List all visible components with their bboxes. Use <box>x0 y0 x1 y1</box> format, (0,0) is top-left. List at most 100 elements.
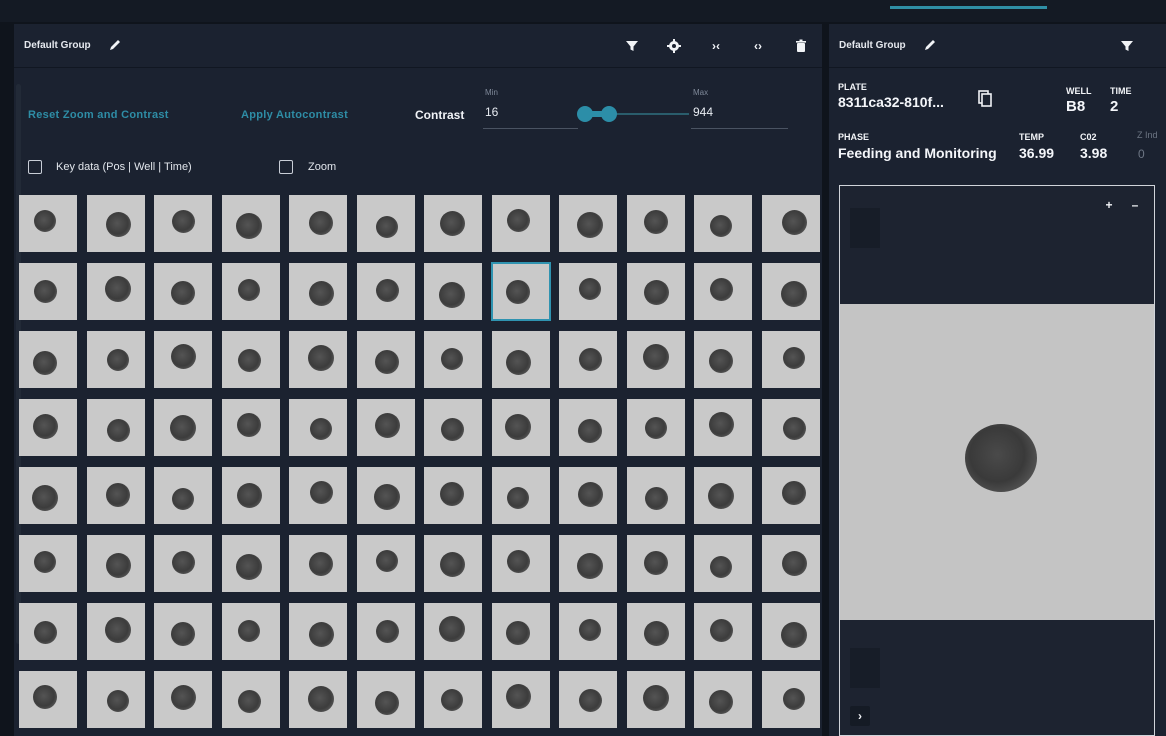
well-thumbnail[interactable] <box>762 263 820 320</box>
well-thumbnail[interactable] <box>154 467 212 524</box>
well-thumbnail[interactable] <box>694 467 752 524</box>
well-thumbnail[interactable] <box>289 263 347 320</box>
well-thumbnail[interactable] <box>492 331 550 388</box>
trash-icon[interactable] <box>793 38 809 54</box>
zoom-checkbox[interactable] <box>279 160 293 174</box>
well-thumbnail[interactable] <box>492 399 550 456</box>
well-thumbnail[interactable] <box>559 467 617 524</box>
well-thumbnail[interactable] <box>19 399 77 456</box>
well-thumbnail[interactable] <box>87 603 145 660</box>
apply-autocontrast-link[interactable]: Apply Autocontrast <box>241 109 348 121</box>
well-thumbnail[interactable] <box>559 671 617 728</box>
well-thumbnail[interactable] <box>762 535 820 592</box>
well-thumbnail[interactable] <box>762 331 820 388</box>
well-thumbnail[interactable] <box>694 263 752 320</box>
well-thumbnail[interactable] <box>289 603 347 660</box>
well-thumbnail[interactable] <box>154 603 212 660</box>
well-thumbnail[interactable] <box>492 535 550 592</box>
well-thumbnail[interactable] <box>694 603 752 660</box>
well-thumbnail[interactable] <box>559 399 617 456</box>
well-thumbnail[interactable] <box>424 399 482 456</box>
well-thumbnail[interactable] <box>357 331 415 388</box>
zoom-out-button[interactable]: – <box>1126 196 1144 214</box>
well-thumbnail[interactable] <box>154 535 212 592</box>
well-image[interactable] <box>840 304 1154 620</box>
well-thumbnail[interactable] <box>87 535 145 592</box>
well-thumbnail[interactable] <box>19 195 77 252</box>
well-thumbnail[interactable] <box>424 535 482 592</box>
slider-min-handle[interactable] <box>577 106 593 122</box>
copy-icon[interactable] <box>978 90 992 108</box>
well-thumbnail[interactable] <box>491 262 551 321</box>
well-thumbnail[interactable] <box>289 399 347 456</box>
well-thumbnail[interactable] <box>357 535 415 592</box>
well-thumbnail[interactable] <box>222 535 280 592</box>
well-thumbnail[interactable] <box>289 671 347 728</box>
well-thumbnail[interactable] <box>19 535 77 592</box>
well-thumbnail[interactable] <box>627 671 685 728</box>
well-thumbnail[interactable] <box>424 603 482 660</box>
well-thumbnail[interactable] <box>87 467 145 524</box>
well-thumbnail[interactable] <box>289 331 347 388</box>
well-thumbnail[interactable] <box>357 263 415 320</box>
key-data-checkbox[interactable] <box>28 160 42 174</box>
well-thumbnail[interactable] <box>357 671 415 728</box>
well-thumbnail[interactable] <box>627 399 685 456</box>
collapse-icon[interactable]: ›‹ <box>708 38 724 54</box>
well-thumbnail[interactable] <box>19 467 77 524</box>
well-thumbnail[interactable] <box>357 399 415 456</box>
well-thumbnail[interactable] <box>424 195 482 252</box>
well-thumbnail[interactable] <box>424 331 482 388</box>
well-thumbnail[interactable] <box>762 399 820 456</box>
well-thumbnail[interactable] <box>87 195 145 252</box>
max-input[interactable]: 944 <box>693 105 713 119</box>
well-thumbnail[interactable] <box>762 603 820 660</box>
well-thumbnail[interactable] <box>559 195 617 252</box>
well-thumbnail[interactable] <box>222 467 280 524</box>
well-thumbnail[interactable] <box>19 603 77 660</box>
well-thumbnail[interactable] <box>19 263 77 320</box>
well-thumbnail[interactable] <box>222 263 280 320</box>
well-thumbnail[interactable] <box>627 603 685 660</box>
well-thumbnail[interactable] <box>694 671 752 728</box>
well-thumbnail[interactable] <box>627 467 685 524</box>
active-tab-indicator[interactable] <box>890 6 1047 9</box>
well-thumbnail[interactable] <box>762 671 820 728</box>
pencil-icon[interactable] <box>108 38 122 52</box>
filter-icon[interactable] <box>1119 38 1135 54</box>
well-thumbnail[interactable] <box>154 671 212 728</box>
well-thumbnail[interactable] <box>87 399 145 456</box>
well-thumbnail[interactable] <box>19 331 77 388</box>
well-thumbnail[interactable] <box>154 263 212 320</box>
well-thumbnail[interactable] <box>627 263 685 320</box>
well-thumbnail[interactable] <box>87 671 145 728</box>
well-thumbnail[interactable] <box>154 331 212 388</box>
well-thumbnail[interactable] <box>357 603 415 660</box>
well-thumbnail[interactable] <box>357 195 415 252</box>
well-thumbnail[interactable] <box>289 195 347 252</box>
slider-max-handle[interactable] <box>601 106 617 122</box>
well-thumbnail[interactable] <box>222 331 280 388</box>
well-thumbnail[interactable] <box>559 535 617 592</box>
well-thumbnail[interactable] <box>424 263 482 320</box>
well-thumbnail[interactable] <box>222 399 280 456</box>
well-thumbnail[interactable] <box>559 263 617 320</box>
well-thumbnail[interactable] <box>87 331 145 388</box>
pencil-icon[interactable] <box>923 38 937 52</box>
well-thumbnail[interactable] <box>694 535 752 592</box>
well-thumbnail[interactable] <box>762 195 820 252</box>
min-input[interactable]: 16 <box>485 105 498 119</box>
well-thumbnail[interactable] <box>762 467 820 524</box>
well-thumbnail[interactable] <box>492 467 550 524</box>
well-thumbnail[interactable] <box>222 603 280 660</box>
well-thumbnail[interactable] <box>222 195 280 252</box>
well-thumbnail[interactable] <box>627 195 685 252</box>
well-thumbnail[interactable] <box>154 399 212 456</box>
reset-zoom-contrast-link[interactable]: Reset Zoom and Contrast <box>28 109 169 121</box>
well-thumbnail[interactable] <box>492 603 550 660</box>
well-thumbnail[interactable] <box>627 535 685 592</box>
expand-viewer-button[interactable]: › <box>850 706 870 726</box>
well-thumbnail[interactable] <box>424 467 482 524</box>
well-thumbnail[interactable] <box>694 195 752 252</box>
well-thumbnail[interactable] <box>559 603 617 660</box>
